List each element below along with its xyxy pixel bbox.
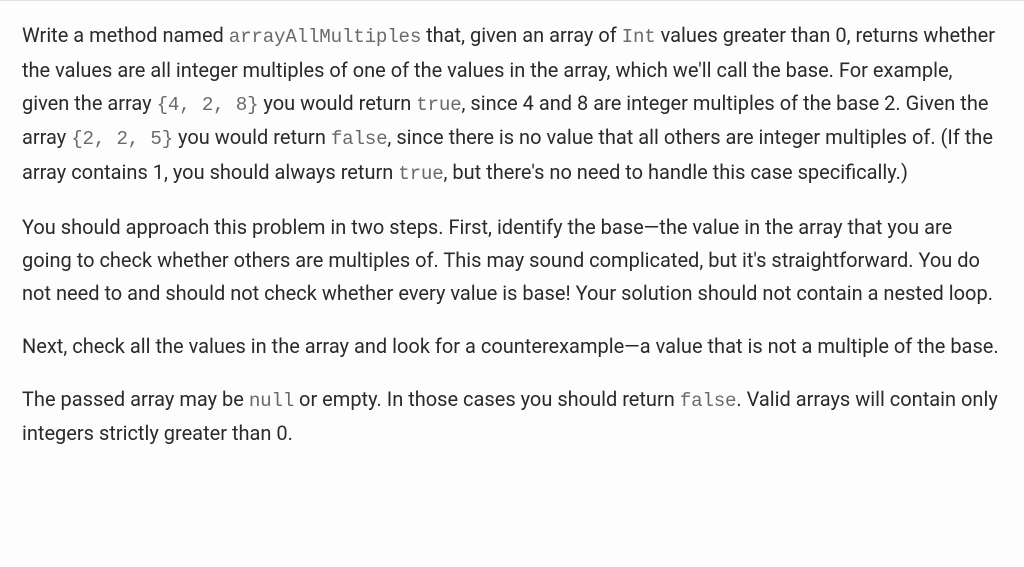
text: The passed array may be [22,387,249,411]
code-true: true [416,94,461,116]
code-null: null [249,390,294,412]
code-true: true [398,163,443,185]
text: You should approach this problem in two … [22,215,993,305]
paragraph-4: The passed array may be null or empty. I… [22,383,1002,451]
code-array-literal: {4, 2, 8} [157,94,259,116]
text: Next, check all the values in the array … [22,334,999,358]
code-false: false [331,128,388,150]
text: you would return [173,125,331,149]
code-method-name: arrayAllMultiples [229,26,421,48]
text: that, given an array of [421,23,622,47]
paragraph-3: Next, check all the values in the array … [22,330,1002,363]
text: Write a method named [22,23,229,47]
paragraph-1: Write a method named arrayAllMultiples t… [22,19,1002,191]
code-false: false [680,390,737,412]
text: or empty. In those cases you should retu… [294,387,680,411]
code-type-int: Int [622,26,656,48]
text: , but there's no need to handle this cas… [444,160,908,184]
text: you would return [258,91,416,115]
paragraph-2: You should approach this problem in two … [22,211,1002,310]
code-array-literal: {2, 2, 5} [71,128,173,150]
